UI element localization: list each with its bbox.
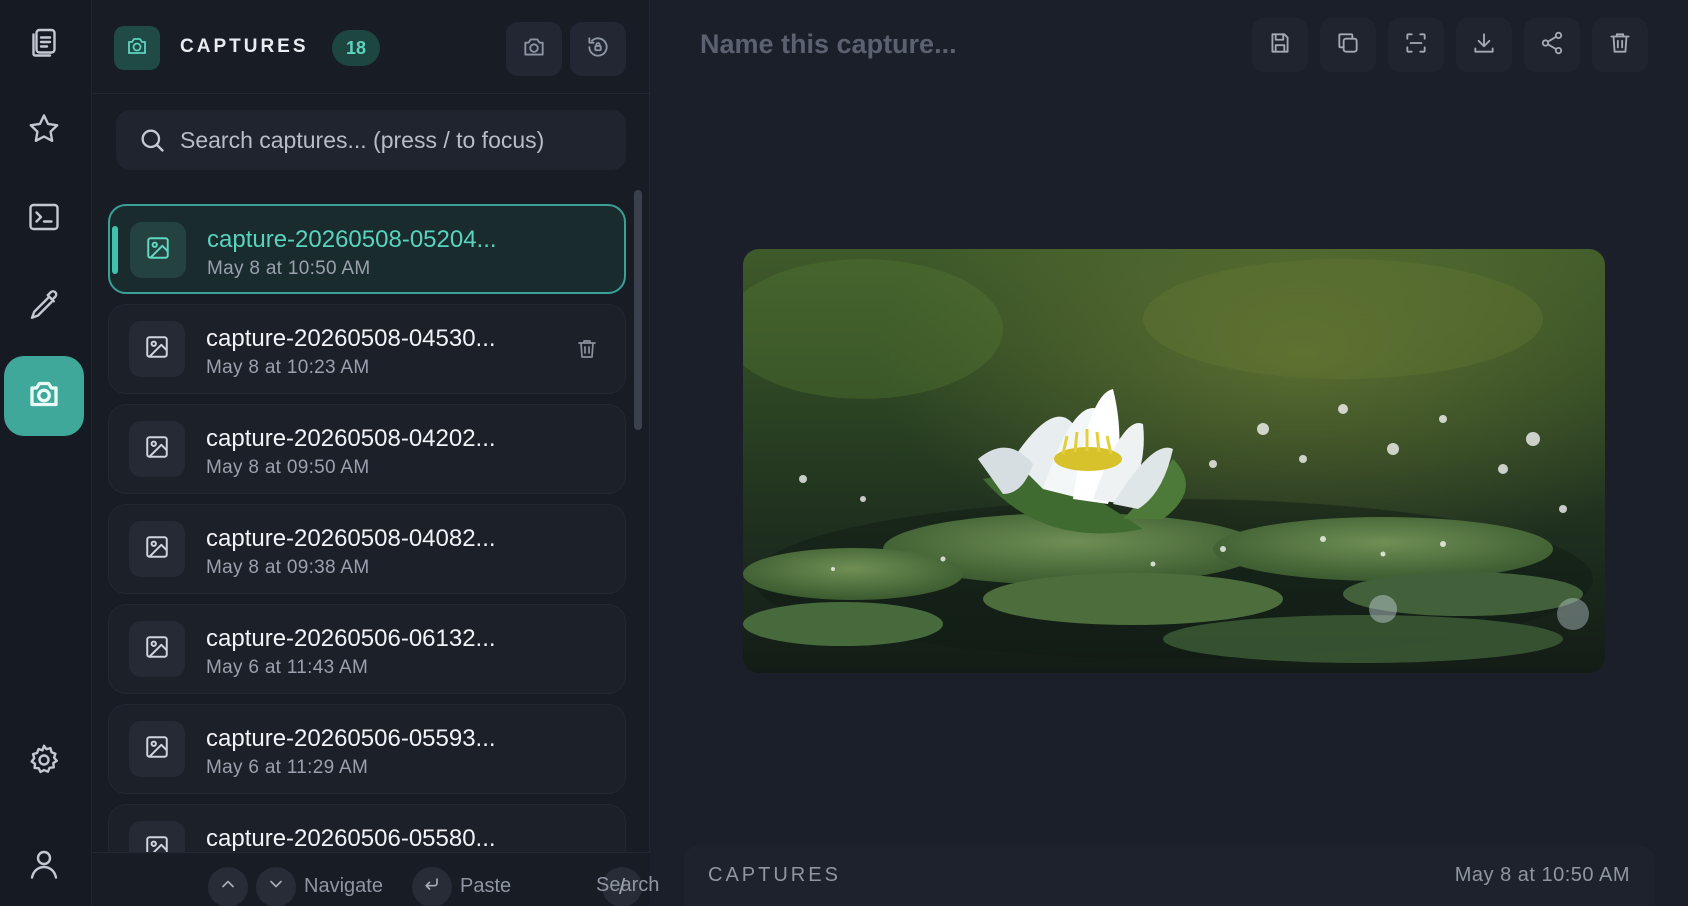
delete-button[interactable] — [1592, 18, 1648, 72]
color-picker-nav-button[interactable] — [4, 267, 84, 347]
app-window: CAPTURES 18 Search captures... (press / … — [0, 0, 1688, 906]
capture-list-item[interactable]: capture-20260506-05593... May 6 at 11:29… — [108, 704, 626, 794]
scan-icon — [1403, 30, 1429, 60]
capture-date: May 8 at 10:50 AM — [207, 258, 371, 279]
enter-key — [412, 867, 452, 906]
camera-icon — [26, 376, 62, 416]
download-button[interactable] — [1456, 18, 1512, 72]
capture-preview-image — [743, 249, 1605, 673]
capture-list-item[interactable]: capture-20260506-06132... May 6 at 11:43… — [108, 604, 626, 694]
copy-button[interactable] — [1320, 18, 1376, 72]
navigate-hint: Navigate — [304, 875, 383, 897]
capture-date: May 8 at 09:38 AM — [206, 557, 370, 578]
chevron-down-icon — [266, 874, 286, 900]
image-icon — [144, 434, 170, 464]
capture-list-item[interactable]: capture-20260508-04202... May 8 at 09:50… — [108, 404, 626, 494]
search-box[interactable] — [116, 110, 626, 170]
history-lock-button[interactable] — [570, 22, 626, 76]
clipboard-icon — [26, 24, 62, 64]
trash-icon — [1607, 30, 1633, 60]
nav-rail — [0, 0, 92, 906]
capture-name: capture-20260506-06132... — [206, 625, 496, 652]
capture-date: May 6 at 11:43 AM — [206, 657, 369, 678]
user-icon — [26, 846, 62, 886]
save-icon — [1267, 30, 1293, 60]
image-icon — [145, 235, 171, 265]
capture-date: May 8 at 09:50 AM — [206, 457, 370, 478]
capture-list: capture-20260508-05204... May 8 at 10:50… — [92, 190, 650, 852]
capture-detail: CAPTURES May 8 at 10:50 AM — [652, 0, 1688, 906]
captures-nav-button[interactable] — [4, 356, 84, 436]
camera-icon — [521, 34, 547, 64]
capture-thumbnail — [129, 321, 185, 377]
chevron-up-icon — [218, 874, 238, 900]
share-button[interactable] — [1524, 18, 1580, 72]
capture-name: capture-20260508-05204... — [207, 226, 497, 253]
capture-thumbnail — [129, 621, 185, 677]
new-capture-button[interactable] — [506, 22, 562, 76]
capture-name: capture-20260508-04082... — [206, 525, 496, 552]
status-section-label: CAPTURES — [708, 864, 841, 886]
image-icon — [144, 334, 170, 364]
capture-name: capture-20260506-05580... — [206, 825, 496, 852]
favorites-nav-button[interactable] — [4, 91, 84, 171]
capture-thumbnail — [129, 521, 185, 577]
star-icon — [26, 111, 62, 151]
capture-thumbnail — [129, 821, 185, 852]
image-icon — [144, 734, 170, 764]
clipboard-nav-button[interactable] — [4, 4, 84, 84]
search-hint: Search — [596, 874, 660, 896]
terminal-nav-button[interactable] — [4, 179, 84, 259]
share-icon — [1539, 30, 1565, 60]
status-bar: CAPTURES May 8 at 10:50 AM — [684, 846, 1654, 906]
capture-thumbnail — [129, 421, 185, 477]
captures-sidebar: CAPTURES 18 Search captures... (press / … — [92, 0, 650, 906]
capture-list-item[interactable]: capture-20260508-04082... May 8 at 09:38… — [108, 504, 626, 594]
paste-hint: Paste — [460, 875, 512, 897]
camera-icon — [125, 34, 149, 62]
delete-capture-button[interactable] — [575, 337, 601, 363]
capture-name: capture-20260508-04530... — [206, 325, 496, 352]
capture-thumbnail — [129, 721, 185, 777]
nav-down-key — [256, 867, 296, 906]
capture-name: capture-20260506-05593... — [206, 725, 496, 752]
trash-icon — [575, 340, 599, 365]
captures-logo — [114, 26, 160, 70]
history-lock-icon — [585, 34, 611, 64]
capture-thumbnail — [130, 222, 186, 278]
capture-name: capture-20260508-04202... — [206, 425, 496, 452]
nav-up-key — [208, 867, 248, 906]
image-icon — [144, 534, 170, 564]
sidebar-header: CAPTURES 18 — [92, 0, 650, 94]
settings-nav-button[interactable] — [4, 722, 84, 802]
keyboard-hints: Navigate Paste / — [92, 852, 650, 906]
water-lily-photo — [743, 249, 1605, 673]
selected-indicator — [112, 226, 118, 274]
image-icon — [144, 634, 170, 664]
terminal-icon — [26, 199, 62, 239]
capture-list-item[interactable]: capture-20260508-05204... May 8 at 10:50… — [108, 204, 626, 294]
capture-count-badge: 18 — [332, 30, 381, 66]
eyedropper-icon — [26, 287, 62, 327]
status-timestamp: May 8 at 10:50 AM — [1454, 864, 1630, 886]
capture-list-item[interactable]: capture-20260506-05580... — [108, 804, 626, 852]
account-nav-button[interactable] — [4, 826, 84, 906]
copy-icon — [1335, 30, 1361, 60]
search-icon — [138, 126, 166, 154]
gear-icon — [26, 742, 62, 782]
scan-text-button[interactable] — [1388, 18, 1444, 72]
sidebar-title: CAPTURES — [180, 36, 309, 57]
search-input[interactable] — [180, 126, 600, 154]
capture-date: May 8 at 10:23 AM — [206, 357, 370, 378]
image-icon — [144, 834, 170, 852]
save-button[interactable] — [1252, 18, 1308, 72]
download-icon — [1471, 30, 1497, 60]
capture-date: May 6 at 11:29 AM — [206, 757, 369, 778]
list-scrollbar[interactable] — [634, 190, 642, 430]
enter-icon — [422, 874, 442, 900]
capture-name-input[interactable] — [700, 22, 1140, 66]
capture-list-item[interactable]: capture-20260508-04530... May 8 at 10:23… — [108, 304, 626, 394]
